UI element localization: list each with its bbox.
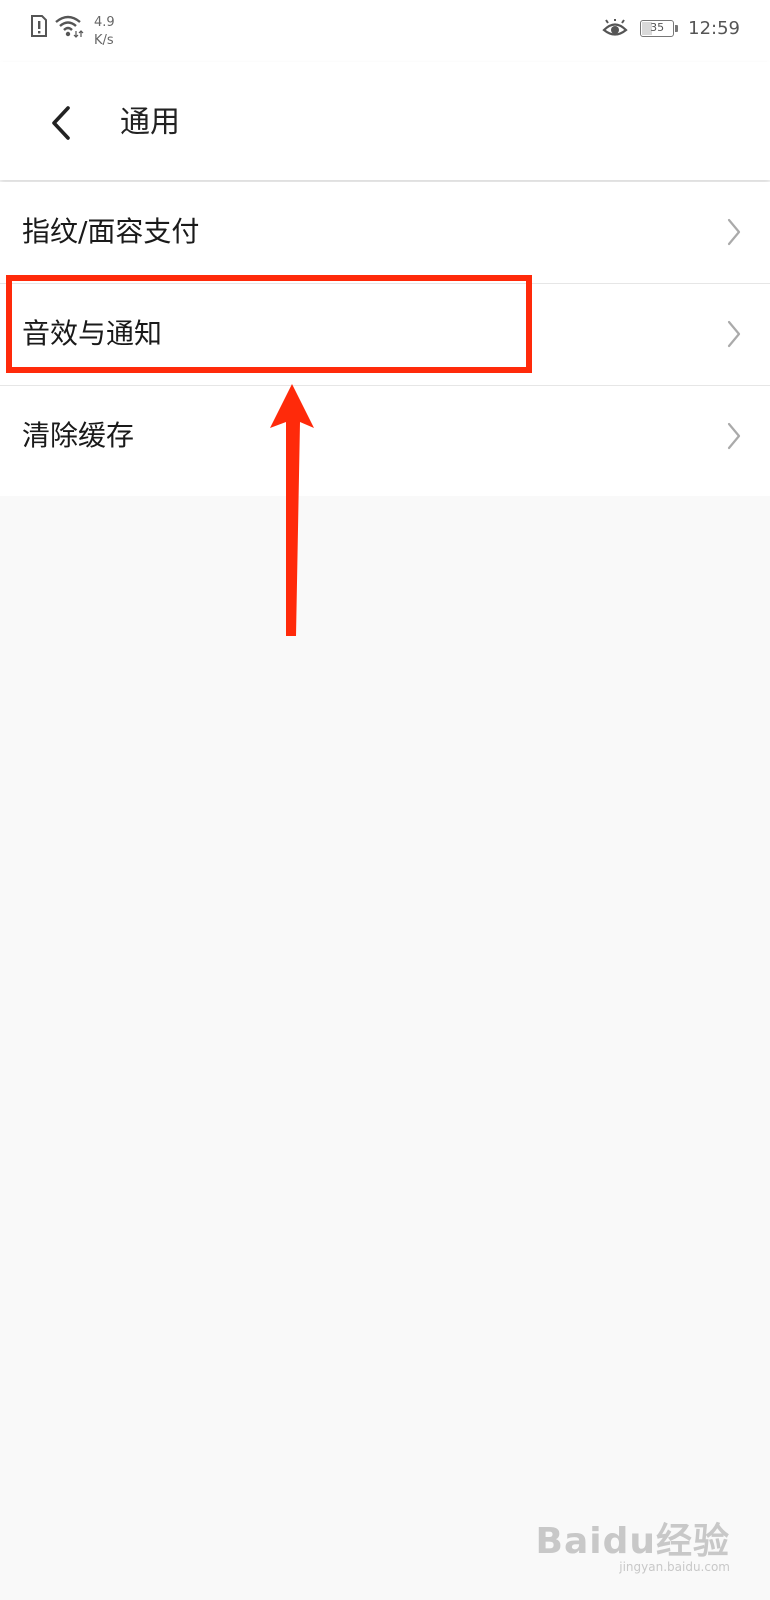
chevron-left-icon (52, 106, 70, 140)
settings-row-payment[interactable]: 指纹/面容支付 (0, 182, 770, 284)
battery-level: 35 (650, 21, 665, 34)
battery-tip (675, 25, 679, 32)
wifi-icon (55, 15, 84, 38)
status-bar: 4.9 K/s 35 12:59 (0, 0, 770, 62)
chevron-right-icon (727, 320, 741, 348)
settings-row-label: 音效与通知 (22, 317, 163, 350)
watermark-logo: Baidu经验 (535, 1521, 730, 1562)
settings-list: 指纹/面容支付 音效与通知 清除缓存 (0, 182, 770, 496)
settings-row-clear-cache[interactable]: 清除缓存 (0, 386, 770, 496)
network-speed-value: 4.9 (94, 15, 115, 30)
app-header: 通用 (0, 62, 770, 180)
back-button[interactable] (42, 100, 78, 146)
settings-row-label: 指纹/面容支付 (22, 215, 200, 248)
status-left: 4.9 K/s (30, 14, 115, 50)
settings-row-sound-notification[interactable]: 音效与通知 (0, 284, 770, 386)
eye-comfort-icon (602, 18, 628, 36)
network-speed-unit: K/s (94, 33, 114, 48)
chevron-right-icon (727, 218, 741, 246)
status-right: 35 12:59 (602, 18, 740, 39)
page-title: 通用 (120, 105, 180, 140)
watermark: Baidu经验 jingyan.baidu.com (536, 1512, 730, 1574)
settings-row-label: 清除缓存 (22, 419, 135, 452)
sim-alert-icon (31, 15, 47, 37)
chevron-right-icon (727, 422, 741, 450)
network-speed: 4.9 K/s (94, 14, 115, 50)
battery-icon: 35 (640, 20, 675, 37)
status-time: 12:59 (688, 18, 740, 39)
